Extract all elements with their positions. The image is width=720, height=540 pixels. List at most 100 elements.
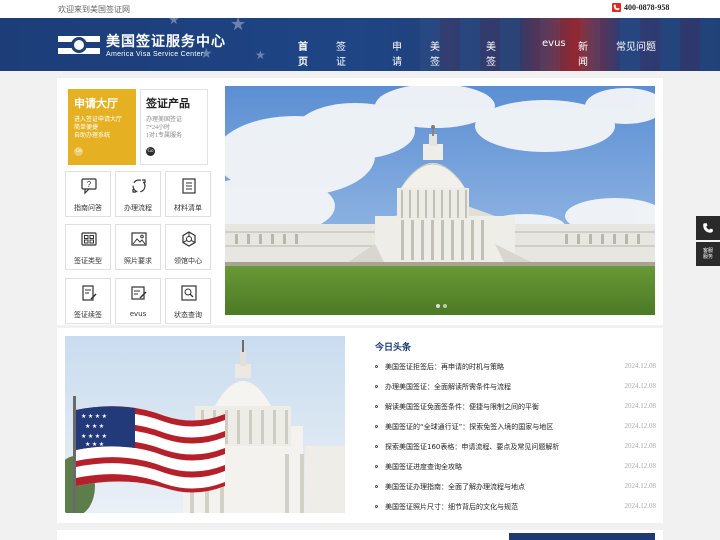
welcome-text: 欢迎来到美国签证网 [58, 5, 130, 14]
feature-desc: 自助办理系统 [74, 133, 111, 139]
brand-name: 美国签证服务中心 [106, 34, 226, 50]
news-date: 2024.12.08 [624, 502, 657, 510]
tile-label: 签证类型 [74, 257, 102, 265]
star-decoration: ★ [255, 48, 266, 62]
tile-label: 照片要求 [124, 257, 152, 265]
news-title[interactable]: 美国签证拒签后：再申请的时机与策略 [385, 362, 504, 372]
next-section-strip [57, 530, 663, 540]
feature-desc: 7*24小时 [146, 125, 171, 131]
photo-icon [131, 232, 147, 246]
float-phone-button[interactable] [696, 216, 720, 240]
tile-materials[interactable]: 材料清单 [165, 171, 211, 217]
news-title[interactable]: 办理美国签证：全面解读所需条件与流程 [385, 382, 511, 392]
site-logo[interactable]: 美国签证服务中心 America Visa Service Center [58, 31, 226, 58]
news-title[interactable]: 美国签证办理指南：全面了解办理流程与地点 [385, 482, 525, 492]
star-decoration: ★ [230, 18, 247, 34]
hero-banner-image[interactable] [225, 86, 655, 315]
tile-label: 指南问答 [74, 204, 102, 212]
news-title[interactable]: 美国签证照片尺寸：细节背后的文化与规范 [385, 502, 518, 512]
star-decoration: ★ [168, 18, 180, 27]
news-date: 2024.12.08 [624, 422, 657, 430]
phone-icon [612, 3, 621, 12]
news-item[interactable]: 美国签证进度查询全攻略 2024.12.08 [375, 461, 656, 481]
feature-desc: 简单便捷 [74, 125, 99, 131]
logo-emblem-icon [58, 33, 100, 57]
svg-text:?: ? [87, 180, 92, 189]
svg-text:★ ★ ★: ★ ★ ★ [85, 423, 104, 430]
hotline[interactable]: 400-0878-958 [612, 3, 669, 12]
status-search-icon [181, 285, 197, 301]
news-item[interactable]: 解读美国签证免面签条件：便捷与限制之间的平衡 2024.12.08 [375, 401, 656, 421]
carousel-dots [436, 304, 447, 308]
phone-icon [703, 223, 713, 233]
category-grid-icon [81, 232, 97, 246]
news-title[interactable]: 探索美国签证160表格：申请流程、要点及常见问题解析 [385, 442, 559, 452]
application-hall-card[interactable]: 申请大厅 进入签证申请大厅 简单便捷 自助办理系统 Go [68, 89, 136, 165]
process-cycle-icon [132, 179, 146, 193]
section-tab[interactable] [509, 533, 655, 540]
nav-news[interactable]: 新闻 [578, 38, 588, 68]
news-title[interactable]: 解读美国签证免面签条件：便捷与限制之间的平衡 [385, 402, 539, 412]
nav-home[interactable]: 首页 [298, 38, 308, 68]
nav-materials[interactable]: 美签材料 [430, 38, 440, 71]
tile-label: evus [129, 310, 147, 318]
feature-desc: 办理美国签证 [146, 117, 183, 123]
tile-label: 领馆中心 [174, 257, 202, 265]
news-date: 2024.12.08 [624, 462, 657, 470]
renew-document-icon [82, 285, 97, 301]
news-date: 2024.12.08 [624, 362, 657, 370]
tile-label: 办理流程 [124, 204, 152, 212]
feature-title: 签证产品 [146, 97, 190, 110]
flag-capitol-image: ★ ★ ★ ★ ★ ★ ★ ★ ★ ★ ★ ★ ★ ★ [65, 336, 345, 513]
news-item[interactable]: 美国签证拒签后：再申请的时机与策略 2024.12.08 [375, 361, 656, 381]
news-title[interactable]: 美国签证进度查询全攻略 [385, 462, 462, 472]
svg-text:★ ★ ★ ★: ★ ★ ★ ★ [81, 413, 107, 420]
hotline-number: 400-0878-958 [624, 3, 670, 12]
nav-categories[interactable]: 美签类别 [486, 38, 496, 71]
float-service-button[interactable]: 客服 服务 [696, 242, 720, 266]
carousel-dot[interactable] [436, 304, 440, 308]
tile-status[interactable]: 状态查询 [165, 278, 211, 324]
tile-label: 签证续签 [74, 311, 102, 319]
news-date: 2024.12.08 [624, 402, 657, 410]
site-header: ★ ★ ★ ★ 美国签证服务中心 America Visa Service Ce… [0, 18, 720, 71]
nav-faq[interactable]: 常见问题 [616, 38, 656, 53]
news-item[interactable]: 美国签证的“全球通行证”：探索免签入境的国家与地区 2024.12.08 [375, 421, 656, 441]
news-title[interactable]: 美国签证的“全球通行证”：探索免签入境的国家与地区 [385, 422, 553, 432]
arrow-go-icon[interactable]: Go [74, 147, 83, 156]
tile-renewal[interactable]: 签证续签 [65, 278, 111, 324]
feature-desc: 进入签证申请大厅 [74, 117, 123, 123]
consulate-network-icon [182, 231, 196, 247]
feature-title: 申请大厅 [74, 97, 118, 110]
news-item[interactable]: 办理美国签证：全面解读所需条件与流程 2024.12.08 [375, 381, 656, 401]
news-date: 2024.12.08 [624, 442, 657, 450]
top-bar: 欢迎来到美国签证网 400-0878-958 [0, 0, 720, 18]
tile-evus[interactable]: evus [115, 278, 161, 324]
news-item[interactable]: 美国签证照片尺寸：细节背后的文化与规范 2024.12.08 [375, 501, 656, 521]
tile-visa-types[interactable]: 签证类型 [65, 224, 111, 270]
arrow-go-icon[interactable]: Go [146, 147, 155, 156]
tile-photo[interactable]: 照片要求 [115, 224, 161, 270]
checklist-icon [182, 178, 196, 194]
visa-product-card[interactable]: 签证产品 办理美国签证 7*24小时 1对1专属服务 Go [140, 89, 208, 165]
tile-consulate[interactable]: 领馆中心 [165, 224, 211, 270]
nav-evus[interactable]: evus [542, 38, 566, 49]
headlines-heading: 今日头条 [375, 343, 412, 353]
tile-label: 材料清单 [174, 204, 202, 212]
nav-apply[interactable]: 申请 [392, 38, 402, 68]
headlines-list: 美国签证拒签后：再申请的时机与策略 2024.12.08 办理美国签证：全面解读所… [375, 361, 656, 521]
service-label: 服务 [702, 254, 713, 260]
nav-guide[interactable]: 签证指南 [336, 38, 346, 71]
chat-question-icon: ? [81, 178, 97, 195]
tile-label: 状态查询 [174, 311, 202, 319]
svg-text:★ ★ ★ ★: ★ ★ ★ ★ [81, 433, 107, 440]
svg-text:★ ★ ★: ★ ★ ★ [85, 441, 104, 448]
news-item[interactable]: 探索美国签证160表格：申请流程、要点及常见问题解析 2024.12.08 [375, 441, 656, 461]
news-item[interactable]: 美国签证办理指南：全面了解办理流程与地点 2024.12.08 [375, 481, 656, 501]
tile-guide-qa[interactable]: ? 指南问答 [65, 171, 111, 217]
feature-desc: 1对1专属服务 [146, 133, 183, 139]
news-date: 2024.12.08 [624, 482, 657, 490]
news-date: 2024.12.08 [624, 382, 657, 390]
tile-process[interactable]: 办理流程 [115, 171, 161, 217]
carousel-dot[interactable] [443, 304, 447, 308]
